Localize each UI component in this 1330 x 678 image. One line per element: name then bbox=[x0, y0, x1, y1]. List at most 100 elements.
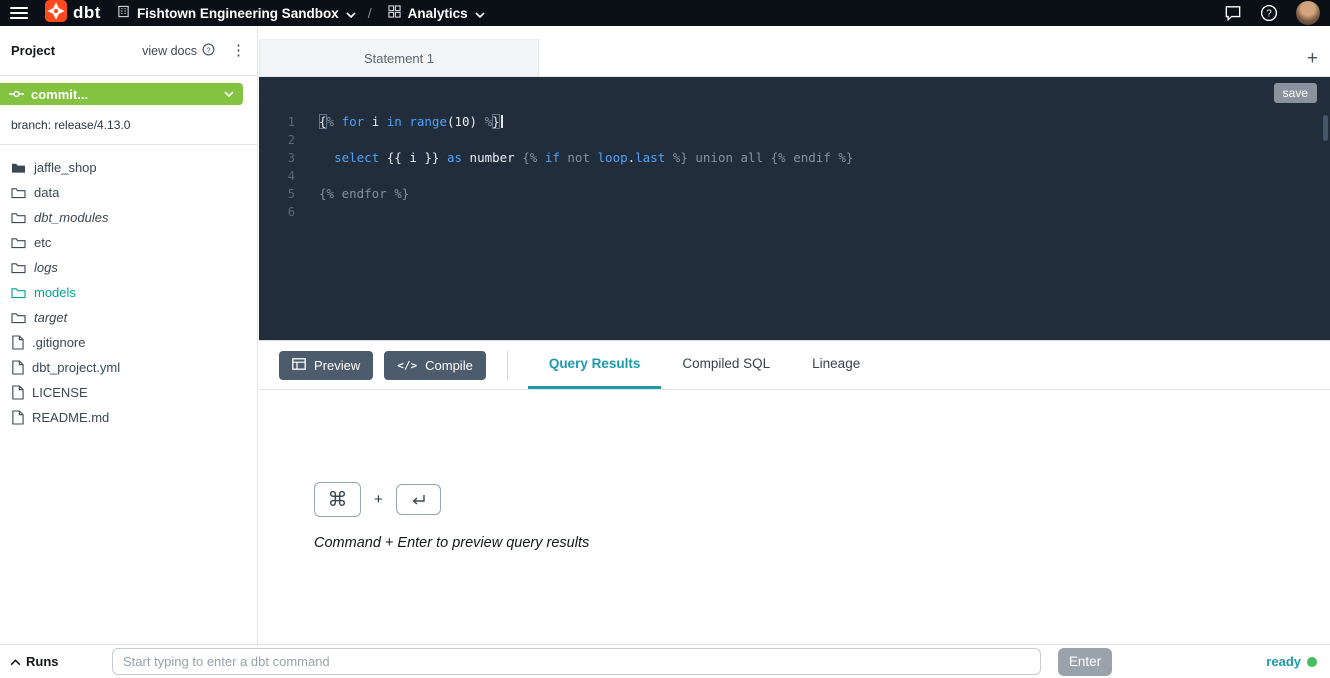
command-input[interactable] bbox=[112, 648, 1041, 675]
topbar: dbt Fishtown Engineering Sandbox / Analy… bbox=[0, 0, 1330, 26]
plus-separator: + bbox=[374, 491, 383, 508]
tree-item-target[interactable]: target bbox=[0, 305, 257, 330]
tree-item-.gitignore[interactable]: .gitignore bbox=[0, 330, 257, 355]
svg-text:?: ? bbox=[206, 45, 210, 54]
code-line-3[interactable]: 3 select {{ i }} as number {% if not loo… bbox=[259, 149, 1330, 167]
topbar-right: ? bbox=[1224, 1, 1320, 25]
account-name: Fishtown Engineering Sandbox bbox=[137, 6, 339, 21]
line-number: 6 bbox=[259, 203, 295, 221]
bottombar: Runs Enter ready bbox=[0, 644, 1330, 678]
command-key-icon: ⌘ bbox=[314, 482, 361, 517]
tab-statement-1[interactable]: Statement 1 bbox=[259, 39, 539, 76]
folder-icon bbox=[11, 311, 26, 324]
chat-icon[interactable] bbox=[1224, 5, 1242, 21]
editor-tabstrip: Statement 1 + bbox=[259, 26, 1330, 77]
line-number: 4 bbox=[259, 167, 295, 185]
tab-lineage[interactable]: Lineage bbox=[791, 341, 881, 389]
chevron-up-icon bbox=[10, 654, 21, 669]
line-number: 5 bbox=[259, 185, 295, 203]
breadcrumb-separator: / bbox=[368, 5, 372, 21]
tree-item-data[interactable]: data bbox=[0, 180, 257, 205]
code-line-5[interactable]: 5{% endfor %} bbox=[259, 185, 1330, 203]
project-name: Analytics bbox=[408, 6, 468, 21]
code-line-1[interactable]: 1{% for i in range(10) %} bbox=[259, 113, 1330, 131]
status-label: ready bbox=[1266, 654, 1301, 669]
file-tree: jaffle_shopdatadbt_modulesetclogsmodelst… bbox=[0, 145, 257, 430]
sidebar: Project view docs ? ⋮ commit... branch: … bbox=[0, 26, 258, 644]
git-commit-icon bbox=[9, 87, 24, 102]
project-selector[interactable]: Analytics bbox=[388, 5, 485, 21]
menu-icon[interactable] bbox=[10, 7, 28, 19]
line-number: 1 bbox=[259, 113, 295, 131]
dbt-logo-text: dbt bbox=[73, 3, 101, 23]
file-icon bbox=[11, 335, 24, 350]
tree-item-dbt_modules[interactable]: dbt_modules bbox=[0, 205, 257, 230]
folder-icon bbox=[11, 186, 26, 199]
tree-item-etc[interactable]: etc bbox=[0, 230, 257, 255]
kebab-menu-icon[interactable]: ⋮ bbox=[231, 43, 246, 58]
folder-icon bbox=[11, 261, 26, 274]
results-content: ⌘ + Command + Enter to preview query res… bbox=[259, 390, 1330, 644]
editor-toolbar: save bbox=[259, 77, 1330, 108]
shortcut-caption: Command + Enter to preview query results bbox=[314, 535, 589, 551]
results-toolbar: Preview </> Compile Query ResultsCompile… bbox=[259, 340, 1330, 390]
sidebar-title: Project bbox=[11, 43, 55, 58]
line-number: 2 bbox=[259, 131, 295, 149]
building-icon bbox=[117, 5, 130, 21]
editor-scrollbar[interactable] bbox=[1323, 115, 1328, 141]
tree-item-README.md[interactable]: README.md bbox=[0, 405, 257, 430]
user-avatar[interactable] bbox=[1296, 1, 1320, 25]
new-tab-button[interactable]: + bbox=[1307, 49, 1318, 68]
commit-button[interactable]: commit... bbox=[0, 83, 243, 105]
grid-icon bbox=[388, 5, 401, 21]
enter-button[interactable]: Enter bbox=[1058, 648, 1112, 676]
branch-label: branch: release/4.13.0 bbox=[0, 112, 257, 145]
tree-item-models[interactable]: models bbox=[0, 280, 257, 305]
view-docs-link[interactable]: view docs ? bbox=[142, 43, 215, 59]
help-icon[interactable]: ? bbox=[1260, 4, 1278, 22]
chevron-down-icon bbox=[224, 91, 234, 97]
folder-icon bbox=[11, 286, 26, 299]
svg-text:?: ? bbox=[1266, 9, 1272, 20]
tab-query-results[interactable]: Query Results bbox=[528, 341, 662, 389]
file-icon bbox=[11, 410, 24, 425]
results-tabs: Query ResultsCompiled SQLLineage bbox=[528, 341, 881, 389]
compile-button[interactable]: </> Compile bbox=[384, 351, 486, 380]
tree-item-dbt_project.yml[interactable]: dbt_project.yml bbox=[0, 355, 257, 380]
chevron-down-icon bbox=[346, 6, 356, 21]
status-dot bbox=[1307, 657, 1317, 667]
tree-item-logs[interactable]: logs bbox=[0, 255, 257, 280]
return-key-icon bbox=[396, 484, 441, 515]
code-editor[interactable]: 1{% for i in range(10) %}23 select {{ i … bbox=[259, 108, 1330, 340]
code-lines: 1{% for i in range(10) %}23 select {{ i … bbox=[259, 113, 1330, 221]
code-line-4[interactable]: 4 bbox=[259, 167, 1330, 185]
account-selector[interactable]: Fishtown Engineering Sandbox bbox=[117, 5, 356, 21]
file-icon bbox=[11, 385, 24, 400]
save-button[interactable]: save bbox=[1274, 83, 1317, 103]
sidebar-header: Project view docs ? ⋮ bbox=[0, 26, 257, 76]
line-number: 3 bbox=[259, 149, 295, 167]
dbt-logo[interactable]: dbt bbox=[45, 0, 101, 27]
preview-button[interactable]: Preview bbox=[279, 351, 373, 380]
tab-compiled-sql[interactable]: Compiled SQL bbox=[661, 341, 791, 389]
runs-toggle[interactable]: Runs bbox=[10, 654, 112, 669]
shortcut-hint: ⌘ + bbox=[314, 482, 441, 517]
folder-icon bbox=[11, 211, 26, 224]
docs-info-icon: ? bbox=[202, 43, 215, 59]
code-line-2[interactable]: 2 bbox=[259, 131, 1330, 149]
commit-label: commit... bbox=[31, 87, 88, 102]
text-cursor bbox=[501, 115, 503, 128]
folder-icon bbox=[11, 236, 26, 249]
toolbar-divider bbox=[507, 351, 508, 380]
table-grid-icon bbox=[292, 358, 306, 373]
dbt-logo-icon bbox=[45, 0, 67, 27]
status-indicator: ready bbox=[1266, 654, 1317, 669]
tree-item-LICENSE[interactable]: LICENSE bbox=[0, 380, 257, 405]
folder-icon bbox=[11, 161, 26, 174]
chevron-down-icon bbox=[475, 6, 485, 21]
code-line-6[interactable]: 6 bbox=[259, 203, 1330, 221]
main-area: Statement 1 + save 1{% for i in range(10… bbox=[259, 26, 1330, 644]
code-icon: </> bbox=[397, 359, 417, 372]
tree-item-jaffle_shop[interactable]: jaffle_shop bbox=[0, 155, 257, 180]
file-icon bbox=[11, 360, 24, 375]
